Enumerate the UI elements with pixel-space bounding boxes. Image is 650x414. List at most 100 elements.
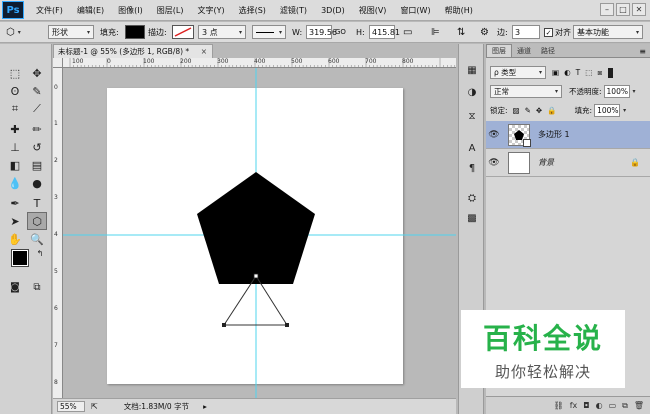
polygon-tool-icon[interactable]: ⬡ [27,212,47,230]
blur-tool-icon[interactable]: 💧 [5,174,25,192]
mask-icon[interactable]: ◘ [583,401,589,410]
chevron-down-icon[interactable]: ▾ [623,107,626,114]
path-selection-tool-icon[interactable]: ➤ [5,212,25,230]
path-alignment-icon[interactable]: ⊫ [431,25,440,39]
dodge-tool-icon[interactable]: ● [27,174,47,192]
menu-select[interactable]: 选择(S) [239,5,266,16]
tab-paths[interactable]: 路径 [536,45,560,57]
lock-transparency-icon[interactable]: ▨ [513,106,520,115]
align-edges-toggle[interactable]: ✓ 对齐 [544,25,571,39]
anchor-point[interactable] [222,323,226,327]
clone-stamp-tool-icon[interactable]: ⊥ [5,138,25,156]
filter-pixel-icon[interactable]: ▣ [552,68,559,77]
minimize-button[interactable]: – [600,3,614,16]
fill-input[interactable]: 100% [594,104,621,117]
lock-all-icon[interactable]: 🔒 [547,106,556,115]
fx-icon[interactable]: fx [570,401,578,410]
eye-icon[interactable]: 👁 [486,158,502,168]
path-operations-icon[interactable]: ▭ [403,25,412,39]
layer-row-polygon[interactable]: 👁 多边形 1 [486,121,650,149]
blend-mode-select[interactable]: 正常 ▾ [490,85,562,98]
hand-tool-icon[interactable]: ✋ [5,230,25,248]
fill-color-swatch[interactable] [125,25,145,39]
layer-name[interactable]: 背景 [538,157,554,168]
menu-3d[interactable]: 3D(D) [321,6,345,15]
pen-tool-icon[interactable]: ✒ [5,194,25,212]
layer-row-background[interactable]: 👁 背景 🔒 [486,149,650,177]
export-icon[interactable]: ⇱ [91,402,98,411]
eyedropper-tool-icon[interactable]: ⟋ [27,100,47,118]
status-menu-arrow-icon[interactable]: ▸ [203,402,207,411]
eye-icon[interactable]: 👁 [486,130,502,140]
lock-pixels-icon[interactable]: ✎ [525,106,531,115]
menu-layer[interactable]: 图层(L) [157,5,184,16]
chevron-down-icon[interactable]: ▾ [633,88,636,95]
3d-panel-icon[interactable]: ⛭ [464,190,480,206]
tab-channels[interactable]: 通道 [512,45,536,57]
brush-tool-icon[interactable]: ✏ [27,120,47,138]
navigator-panel-icon[interactable]: ▩ [464,210,480,226]
filter-shape-icon[interactable]: ⬚ [585,68,592,77]
foreground-color-swatch[interactable] [11,249,29,267]
crop-tool-icon[interactable]: ⌗ [5,100,25,118]
menu-help[interactable]: 帮助(H) [445,5,473,16]
filter-smart-icon[interactable]: ⧈ [597,68,602,78]
height-input[interactable]: 415.81 [369,25,400,39]
healing-brush-tool-icon[interactable]: ✚ [5,120,25,138]
group-icon[interactable]: ▭ [609,401,617,410]
filter-type-icon[interactable]: T [576,68,581,77]
filter-adjust-icon[interactable]: ◐ [564,68,571,77]
maximize-button[interactable]: □ [616,3,630,16]
gradient-tool-icon[interactable]: ▤ [27,156,47,174]
move-tool-icon[interactable]: ✥ [27,64,47,82]
document-tab[interactable]: 未标题-1 @ 55% (多边形 1, RGB/8) * × [53,44,213,58]
path-arrangement-icon[interactable]: ⇅ [457,25,465,39]
stroke-type-select[interactable]: ▾ [252,25,286,39]
trash-icon[interactable]: 🗑 [634,401,644,410]
color-panel-icon[interactable]: ▦ [464,62,480,78]
menu-type[interactable]: 文字(Y) [197,5,224,16]
sides-input[interactable]: 3 [512,25,540,39]
character-panel-icon[interactable]: A [464,140,480,156]
pentagon-shape[interactable] [197,172,315,284]
opacity-input[interactable]: 100% [603,85,630,98]
lock-position-icon[interactable]: ✥ [536,106,542,115]
quick-select-tool-icon[interactable]: ✎ [27,82,47,100]
horizontal-ruler[interactable]: 100 0 100 200 300 400 500 600 700 800 [63,58,456,68]
menu-filter[interactable]: 滤镜(T) [280,5,307,16]
kind-filter-select[interactable]: ρ 类型 ▾ [490,66,546,79]
swap-colors-icon[interactable]: ↰ [30,244,50,262]
panel-menu-icon[interactable]: ≡ [639,47,646,57]
new-layer-icon[interactable]: ⧉ [622,401,628,411]
anchor-point[interactable] [253,273,259,279]
zoom-level[interactable]: 55% [57,401,85,412]
menu-file[interactable]: 文件(F) [36,5,63,16]
close-icon[interactable]: × [201,47,207,56]
screen-mode-icon[interactable]: ⧉ [27,278,47,296]
menu-view[interactable]: 视图(V) [359,5,387,16]
layer-name[interactable]: 多边形 1 [538,129,570,140]
stroke-width-select[interactable]: 3 点 ▾ [198,25,246,39]
gear-icon[interactable]: ⚙ [480,25,489,39]
tab-layers[interactable]: 图层 [486,44,512,57]
eraser-tool-icon[interactable]: ◧ [5,156,25,174]
quick-mask-icon[interactable]: ◙ [5,278,25,296]
link-icon[interactable]: ⛓ [554,401,564,410]
marquee-tool-icon[interactable]: ⬚ [5,64,25,82]
adjustment-icon[interactable]: ◐ [596,401,603,410]
stroke-color-swatch[interactable] [172,25,194,39]
tool-preset-picker[interactable]: ⬡ ▾ [6,25,21,39]
paragraph-panel-icon[interactable]: ¶ [464,160,480,176]
menu-edit[interactable]: 编辑(E) [77,5,104,16]
ruler-origin[interactable] [53,58,63,68]
type-tool-icon[interactable]: T [27,194,47,212]
link-dimensions-icon[interactable]: GO [335,25,346,39]
tool-mode-select[interactable]: 形状 ▾ [48,25,94,39]
filter-toggle-icon[interactable] [608,67,614,78]
lasso-tool-icon[interactable]: ʘ [5,82,25,100]
menu-image[interactable]: 图像(I) [118,5,143,16]
adjustments-panel-icon[interactable]: ◑ [464,84,480,100]
menu-window[interactable]: 窗口(W) [400,5,430,16]
vertical-ruler[interactable]: 0 1 2 3 4 5 6 7 8 [53,68,63,398]
width-input[interactable]: 319.56 [306,25,337,39]
